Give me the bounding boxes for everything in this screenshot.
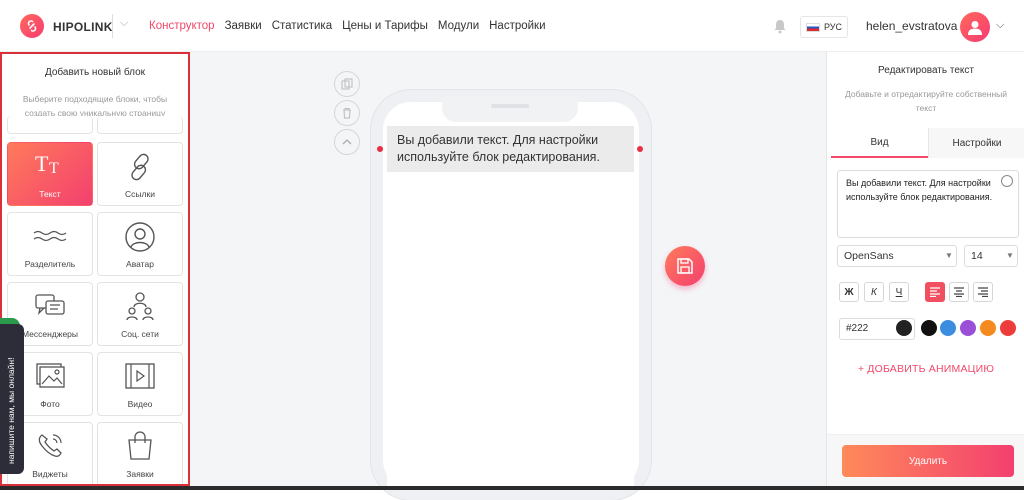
align-left-button[interactable] — [925, 282, 945, 302]
block-avatar[interactable]: Аватар — [97, 212, 183, 276]
tab-settings[interactable]: Настройки — [928, 128, 1024, 158]
resize-handle[interactable] — [637, 146, 643, 152]
block-label: Фото — [40, 399, 60, 409]
nav-item-statistics[interactable]: Статистика — [272, 20, 332, 32]
username[interactable]: helen_evstratova — [866, 19, 957, 33]
color-swatch-orange[interactable] — [980, 320, 996, 336]
block-label: Заявки — [126, 469, 154, 479]
align-center-button[interactable] — [949, 282, 969, 302]
divider — [112, 14, 113, 38]
nav-item-settings[interactable]: Настройки — [489, 20, 545, 32]
dropdown-arrow-icon: ▼ — [945, 251, 953, 260]
svg-text:T: T — [35, 151, 49, 176]
edit-text-panel: Редактировать текст Добавьте и отредакти… — [826, 52, 1024, 490]
bell-icon[interactable] — [773, 18, 787, 34]
nav-item-modules[interactable]: Модули — [438, 20, 479, 32]
language-selector[interactable]: РУС — [800, 16, 848, 38]
panel-title: Добавить новый блок — [44, 67, 146, 78]
widgets-icon — [34, 431, 66, 466]
panel-subtitle: Добавьте и отредактируйте собственный те… — [845, 89, 1007, 113]
nav-item-orders[interactable]: Заявки — [225, 20, 262, 32]
avatar[interactable] — [960, 12, 990, 42]
bottom-border — [0, 486, 1024, 490]
font-size-value: 14 — [971, 250, 983, 262]
block-label: Соц. сети — [121, 329, 159, 339]
avatar-icon — [124, 221, 156, 258]
video-icon — [124, 361, 156, 396]
align-center-icon — [954, 287, 964, 297]
color-swatch-blue[interactable] — [940, 320, 956, 336]
block-label: Ссылки — [125, 189, 155, 199]
messengers-icon — [34, 291, 66, 326]
divider-icon — [33, 229, 67, 248]
trash-icon[interactable] — [334, 100, 360, 126]
add-animation-link[interactable]: + ДОБАВИТЬ АНИМАЦИЮ — [827, 363, 1024, 375]
panel-title: Редактировать текст — [878, 65, 974, 76]
block-links[interactable]: Ссылки — [97, 142, 183, 206]
nav-item-constructor[interactable]: Конструктор — [149, 20, 215, 32]
italic-button[interactable]: К — [864, 282, 884, 302]
block-card[interactable] — [97, 116, 183, 134]
block-label: Мессенджеры — [21, 329, 79, 339]
social-icon — [124, 291, 156, 326]
bold-button[interactable]: Ж — [839, 282, 859, 302]
phone-notch — [442, 96, 578, 122]
block-divider[interactable]: Разделитель — [7, 212, 93, 276]
block-label: Виджеты — [32, 469, 68, 479]
orders-icon — [124, 431, 156, 466]
chat-widget-tab[interactable]: напишите нам, мы онлайн! — [0, 324, 24, 474]
main-nav: Конструктор Заявки Статистика Цены и Тар… — [149, 20, 556, 32]
nav-item-pricing[interactable]: Цены и Тарифы — [342, 20, 428, 32]
color-hex-value: #222 — [846, 323, 869, 334]
block-card[interactable] — [7, 116, 93, 134]
align-right-button[interactable] — [973, 282, 993, 302]
link-icon — [124, 151, 156, 188]
copy-icon[interactable] — [334, 71, 360, 97]
chevron-down-icon[interactable]: ⌵ — [120, 17, 128, 30]
block-video[interactable]: Видео — [97, 352, 183, 416]
photo-icon — [34, 361, 66, 396]
tab-view[interactable]: Вид — [831, 128, 928, 158]
block-label: Разделитель — [24, 259, 76, 269]
language-label: РУС — [823, 22, 843, 32]
delete-button[interactable]: Удалить — [842, 445, 1014, 477]
phone-screen — [387, 126, 634, 490]
chevron-down-icon[interactable]: ⌵ — [996, 19, 1004, 32]
align-left-icon — [930, 287, 940, 297]
block-label: Аватар — [126, 259, 154, 269]
editor-tabs: Вид Настройки — [831, 128, 1024, 158]
svg-text:T: T — [49, 160, 59, 177]
flag-ru-icon — [805, 22, 820, 32]
text-editor-field[interactable]: Вы добавили текст. Для настройки использ… — [837, 170, 1019, 238]
font-value: OpenSans — [844, 250, 894, 262]
text-icon: TT — [34, 151, 66, 182]
color-swatch-black[interactable] — [921, 320, 937, 336]
block-orders[interactable]: Заявки — [97, 422, 183, 484]
brand-name: HIPOLINK — [53, 20, 113, 34]
preview-text-block[interactable]: Вы добавили текст. Для настройки использ… — [387, 126, 634, 172]
resize-handle[interactable] — [377, 146, 383, 152]
emoji-icon[interactable] — [1001, 175, 1013, 187]
chat-widget-label: напишите нам, мы онлайн! — [6, 357, 16, 464]
block-text[interactable]: TT Текст — [7, 142, 93, 206]
add-block-panel: Добавить новый блок Выберите подходящие … — [0, 52, 190, 486]
current-color-swatch[interactable] — [896, 320, 912, 336]
block-label: Видео — [127, 399, 153, 409]
dropdown-arrow-icon: ▼ — [1006, 251, 1014, 260]
logo-icon[interactable] — [20, 14, 44, 38]
font-select[interactable]: OpenSans — [837, 245, 957, 267]
block-label: Текст — [39, 189, 61, 199]
underline-button[interactable]: Ч — [889, 282, 909, 302]
chevron-up-icon[interactable] — [334, 129, 360, 155]
color-swatch-red[interactable] — [1000, 320, 1016, 336]
align-right-icon — [978, 287, 988, 297]
color-swatch-purple[interactable] — [960, 320, 976, 336]
save-button[interactable] — [665, 246, 705, 286]
block-social[interactable]: Соц. сети — [97, 282, 183, 346]
phone-speaker — [491, 104, 529, 108]
